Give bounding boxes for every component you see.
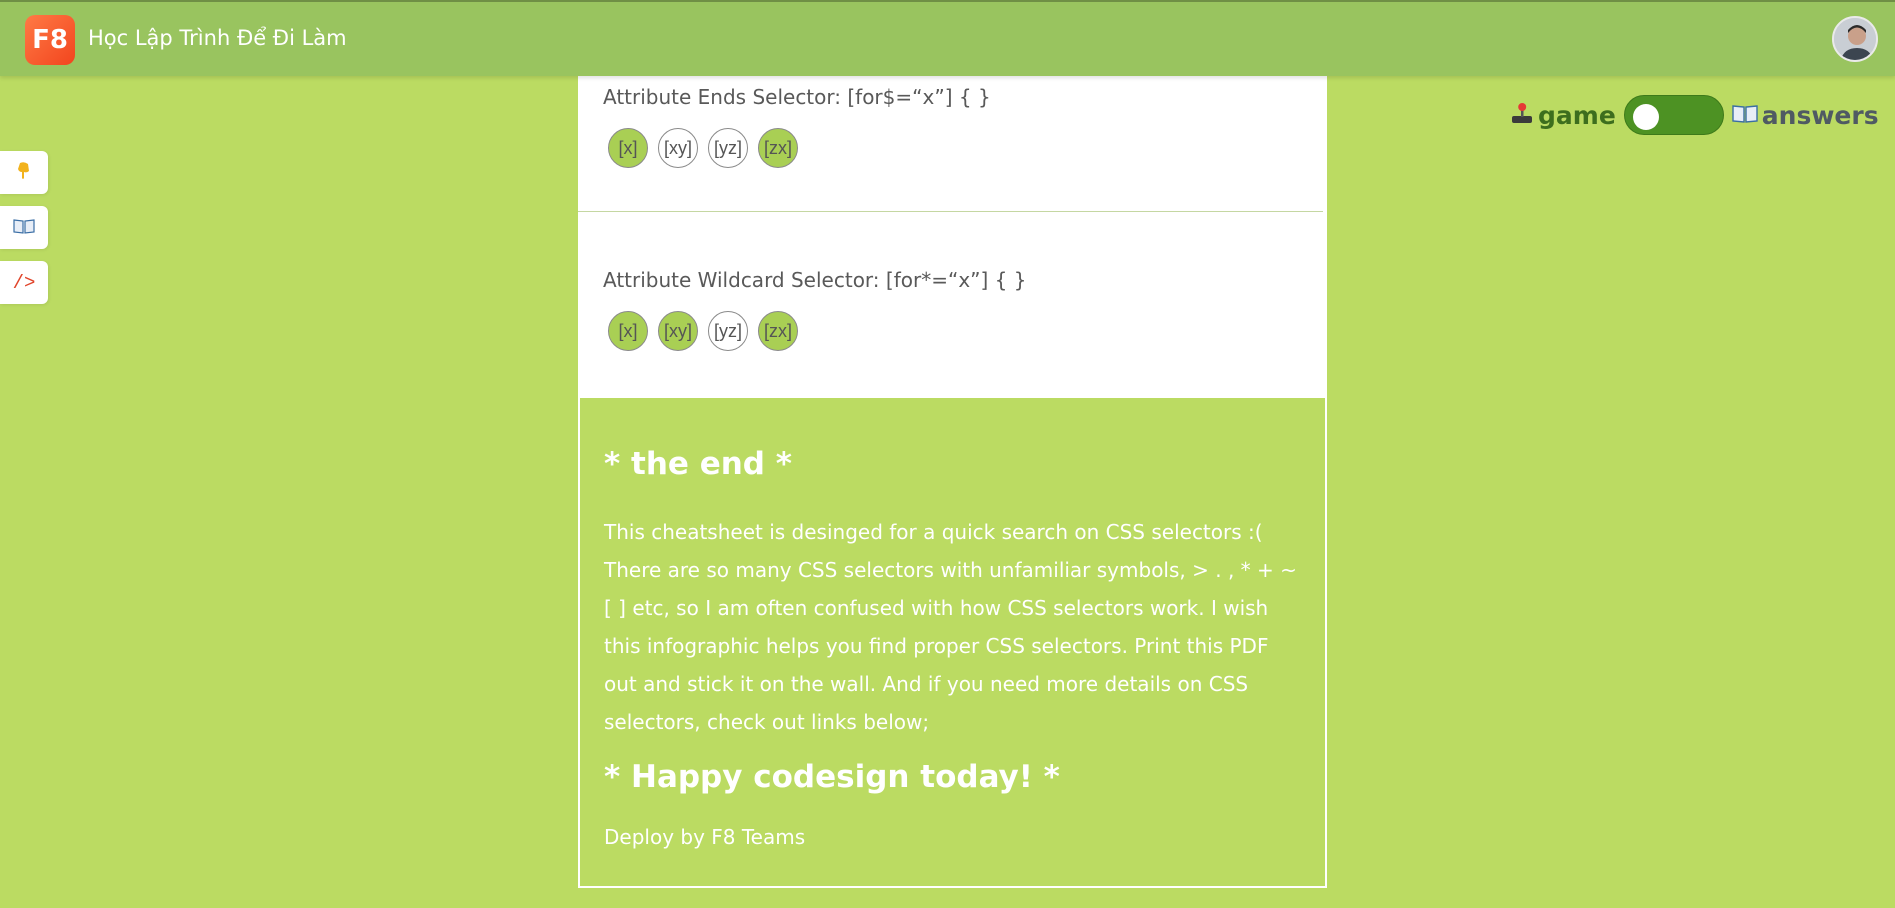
example-element-yz: [yz]: [708, 311, 748, 351]
section-title: Attribute Ends Selector: [for$=“x”] { }: [603, 85, 991, 109]
example-element-zx: [zx]: [758, 311, 798, 351]
example-element-x: [x]: [608, 128, 648, 168]
answers-mode-label[interactable]: answers: [1762, 101, 1879, 130]
mode-toggle[interactable]: [1623, 95, 1724, 135]
cheatsheet-card: Attribute Ends Selector: [for$=“x”] { } …: [578, 76, 1327, 888]
mode-switch: game answers: [1510, 93, 1879, 137]
book-button[interactable]: [0, 206, 48, 249]
book-icon: [13, 218, 35, 238]
book-icon: [1732, 103, 1758, 127]
deploy-credit: Deploy by F8 Teams: [604, 825, 806, 849]
closing-title: * Happy codesign today! *: [604, 759, 1060, 795]
end-description: This cheatsheet is desinged for a quick …: [604, 520, 1297, 734]
hand-point-down-icon: [15, 161, 33, 185]
code-button[interactable]: />: [0, 261, 48, 304]
example-elements: [x] [xy] [yz] [zx]: [608, 311, 808, 351]
brand-title[interactable]: Học Lập Trình Để Đi Làm: [88, 26, 347, 50]
example-element-x: [x]: [608, 311, 648, 351]
example-elements: [x] [xy] [yz] [zx]: [608, 128, 808, 168]
example-element-xy: [xy]: [658, 128, 698, 168]
end-section: * the end * This cheatsheet is desinged …: [578, 396, 1327, 888]
f8-logo[interactable]: F8: [25, 15, 75, 65]
example-element-yz: [yz]: [708, 128, 748, 168]
left-toolbar: />: [0, 151, 48, 316]
joystick-icon: [1510, 101, 1534, 129]
end-title: * the end *: [604, 446, 792, 482]
hand-point-down-button[interactable]: [0, 151, 48, 194]
section-attribute-ends: Attribute Ends Selector: [for$=“x”] { } …: [578, 76, 1327, 211]
game-mode-label[interactable]: game: [1538, 101, 1616, 130]
toggle-knob: [1632, 104, 1659, 130]
user-avatar[interactable]: [1832, 16, 1878, 62]
code-icon: />: [12, 271, 36, 294]
section-attribute-wildcard: Attribute Wildcard Selector: [for*=“x”] …: [578, 212, 1327, 396]
top-bar: F8 Học Lập Trình Để Đi Làm: [0, 0, 1895, 76]
example-element-zx: [zx]: [758, 128, 798, 168]
example-element-xy: [xy]: [658, 311, 698, 351]
section-title: Attribute Wildcard Selector: [for*=“x”] …: [603, 268, 1027, 292]
